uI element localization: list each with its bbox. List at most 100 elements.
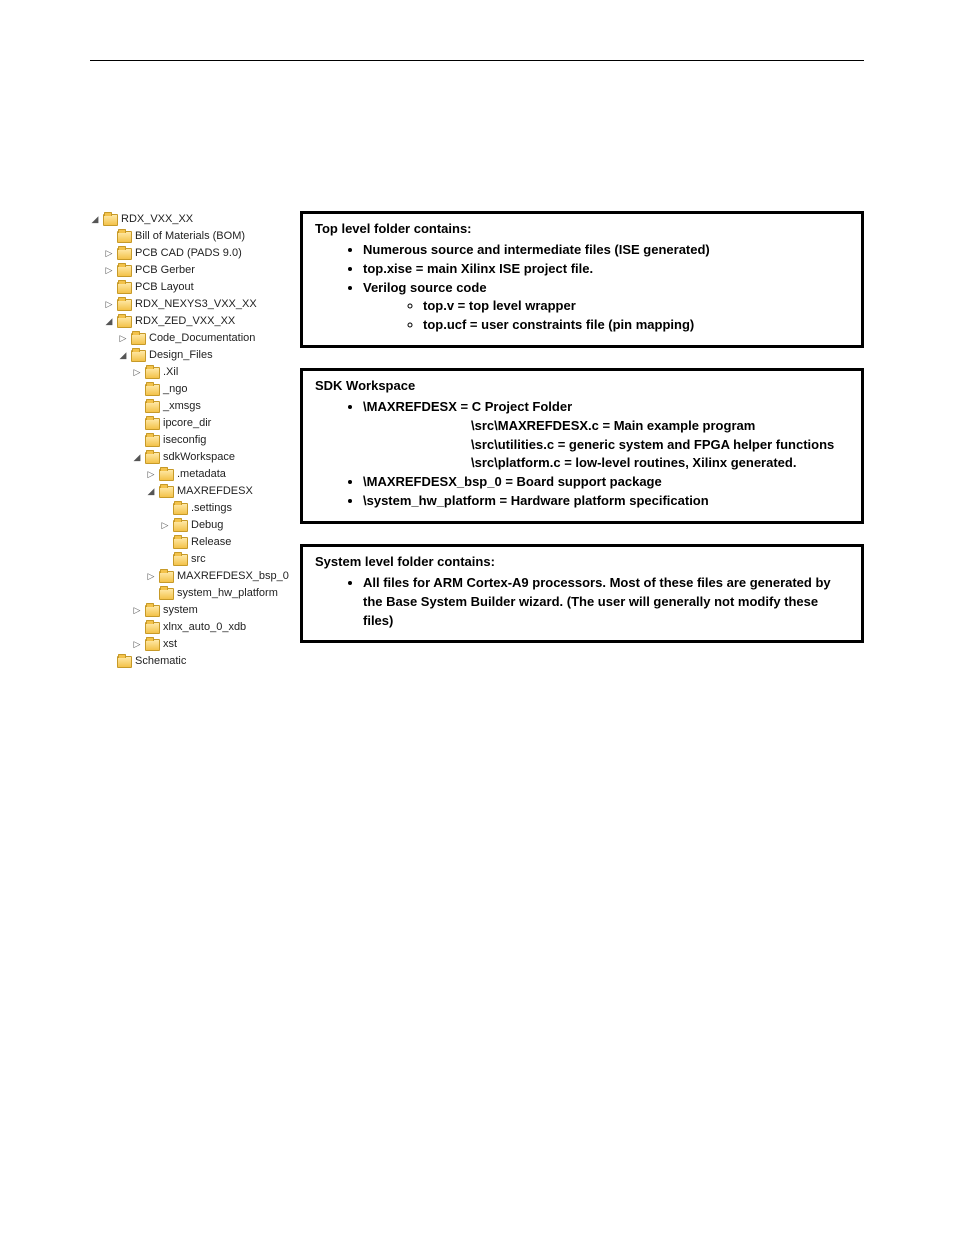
- folder-icon: [103, 214, 118, 226]
- tree-label: PCB CAD (PADS 9.0): [135, 245, 242, 262]
- folder-icon: [117, 231, 132, 243]
- callout-line: \src\utilities.c = generic system and FP…: [471, 436, 849, 455]
- callout-subbullet: top.v = top level wrapper: [423, 297, 849, 316]
- folder-icon: [145, 452, 160, 464]
- tree-item[interactable]: ◢MAXREFDESX: [146, 483, 290, 500]
- folder-icon: [117, 248, 132, 260]
- tree-label: Design_Files: [149, 347, 213, 364]
- callout-title: SDK Workspace: [315, 377, 849, 396]
- collapse-icon: ▷: [104, 262, 114, 279]
- tree-label: PCB Gerber: [135, 262, 195, 279]
- folder-icon: [173, 503, 188, 515]
- expand-icon: ◢: [90, 211, 100, 228]
- folder-icon: [145, 639, 160, 651]
- folder-icon: [145, 367, 160, 379]
- tree-label: .metadata: [177, 466, 226, 483]
- folder-icon: [145, 622, 160, 634]
- folder-icon: [159, 486, 174, 498]
- tree-label: src: [191, 551, 206, 568]
- tree-item[interactable]: iseconfig: [132, 432, 290, 449]
- collapse-icon: ▷: [132, 364, 142, 381]
- tree-label: RDX_VXX_XX: [121, 211, 193, 228]
- tree-item[interactable]: Release: [160, 534, 290, 551]
- tree-item[interactable]: .settings: [160, 500, 290, 517]
- tree-item[interactable]: ▷ .metadata: [146, 466, 290, 483]
- callout-system-level: System level folder contains: All files …: [300, 544, 864, 643]
- collapse-icon: ▷: [160, 517, 170, 534]
- folder-icon: [173, 554, 188, 566]
- tree-label: system: [163, 602, 198, 619]
- expand-icon: ◢: [104, 313, 114, 330]
- tree-item[interactable]: ◢sdkWorkspace: [132, 449, 290, 466]
- folder-icon: [159, 469, 174, 481]
- folder-icon: [117, 265, 132, 277]
- tree-label: Schematic: [135, 653, 186, 670]
- callout-text: \MAXREFDESX = C Project Folder: [363, 399, 572, 414]
- tree-item[interactable]: ▷ RDX_NEXYS3_VXX_XX: [104, 296, 290, 313]
- collapse-icon: ▷: [132, 636, 142, 653]
- tree-label: ipcore_dir: [163, 415, 211, 432]
- tree-label: RDX_NEXYS3_VXX_XX: [135, 296, 257, 313]
- tree-label: Bill of Materials (BOM): [135, 228, 245, 245]
- callout-subbullet: top.ucf = user constraints file (pin map…: [423, 316, 849, 335]
- callout-line: \src\MAXREFDESX.c = Main example program: [471, 417, 849, 436]
- callout-text: Verilog source code: [363, 280, 487, 295]
- tree-item[interactable]: system_hw_platform: [146, 585, 290, 602]
- tree-label: PCB Layout: [135, 279, 194, 296]
- tree-item[interactable]: ▷ Code_Documentation: [118, 330, 290, 347]
- tree-item[interactable]: ▷ system: [132, 602, 290, 619]
- folder-icon: [131, 350, 146, 362]
- tree-item[interactable]: ▷ xst: [132, 636, 290, 653]
- collapse-icon: ▷: [104, 296, 114, 313]
- collapse-icon: ▷: [118, 330, 128, 347]
- content-row: ◢ RDX_VXX_XX Bill of Materials (BOM) ▷ PC…: [90, 211, 864, 670]
- folder-icon: [145, 418, 160, 430]
- tree-label: sdkWorkspace: [163, 449, 235, 466]
- callout-bullet: \MAXREFDESX_bsp_0 = Board support packag…: [363, 473, 849, 492]
- page: ◢ RDX_VXX_XX Bill of Materials (BOM) ▷ PC…: [0, 0, 954, 1235]
- tree-label: xlnx_auto_0_xdb: [163, 619, 246, 636]
- tree-item[interactable]: ▷Debug: [160, 517, 290, 534]
- tree-label: Release: [191, 534, 231, 551]
- tree-item[interactable]: src: [160, 551, 290, 568]
- tree-label: xst: [163, 636, 177, 653]
- tree-label: MAXREFDESX_bsp_0: [177, 568, 289, 585]
- tree-item[interactable]: Schematic: [104, 653, 290, 670]
- tree-item[interactable]: ◢ Design_Files: [118, 347, 290, 364]
- callout-bullet: Verilog source code top.v = top level wr…: [363, 279, 849, 336]
- tree-item[interactable]: ◢RDX_ZED_VXX_XX: [104, 313, 290, 330]
- collapse-icon: ▷: [132, 602, 142, 619]
- tree-item[interactable]: ipcore_dir: [132, 415, 290, 432]
- tree-item[interactable]: ◢ RDX_VXX_XX: [90, 211, 290, 228]
- callout-bullet: top.xise = main Xilinx ISE project file.: [363, 260, 849, 279]
- folder-icon: [173, 537, 188, 549]
- tree-item[interactable]: xlnx_auto_0_xdb: [132, 619, 290, 636]
- tree-item[interactable]: ▷ PCB Gerber: [104, 262, 290, 279]
- callout-title: System level folder contains:: [315, 553, 849, 572]
- callout-title: Top level folder contains:: [315, 220, 849, 239]
- tree-label: Code_Documentation: [149, 330, 255, 347]
- tree-item[interactable]: PCB Layout: [104, 279, 290, 296]
- folder-icon: [145, 435, 160, 447]
- top-rule: [90, 60, 864, 61]
- tree-label: _ngo: [163, 381, 187, 398]
- collapse-icon: ▷: [146, 466, 156, 483]
- tree-label: system_hw_platform: [177, 585, 278, 602]
- tree-item[interactable]: ▷MAXREFDESX_bsp_0: [146, 568, 290, 585]
- folder-icon: [145, 384, 160, 396]
- tree-item[interactable]: ▷ PCB CAD (PADS 9.0): [104, 245, 290, 262]
- folder-icon: [145, 401, 160, 413]
- tree-item[interactable]: _xmsgs: [132, 398, 290, 415]
- callout-bullet: Numerous source and intermediate files (…: [363, 241, 849, 260]
- folder-tree: ◢ RDX_VXX_XX Bill of Materials (BOM) ▷ PC…: [90, 211, 290, 670]
- callout-bullet: \system_hw_platform = Hardware platform …: [363, 492, 849, 511]
- expand-icon: ◢: [118, 347, 128, 364]
- tree-label: MAXREFDESX: [177, 483, 253, 500]
- callout-column: Top level folder contains: Numerous sour…: [300, 211, 864, 670]
- tree-label: _xmsgs: [163, 398, 201, 415]
- collapse-icon: ▷: [104, 245, 114, 262]
- tree-item[interactable]: Bill of Materials (BOM): [104, 228, 290, 245]
- tree-item[interactable]: _ngo: [132, 381, 290, 398]
- tree-item[interactable]: ▷.Xil: [132, 364, 290, 381]
- callout-bullet: All files for ARM Cortex-A9 processors. …: [363, 574, 849, 631]
